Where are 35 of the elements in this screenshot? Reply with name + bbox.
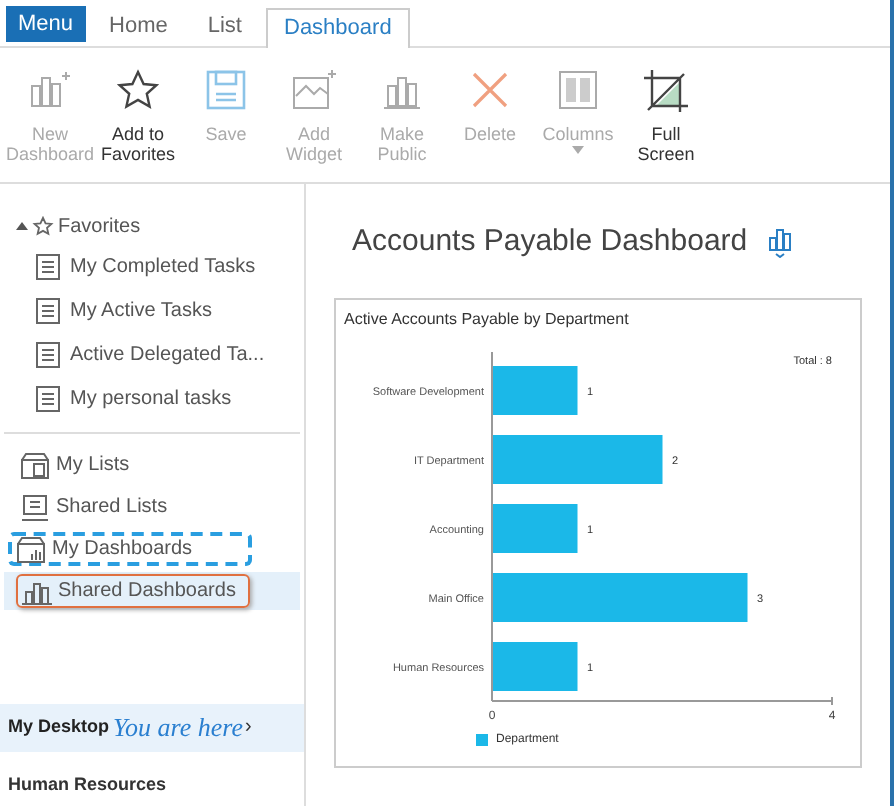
document-icon <box>36 341 60 367</box>
chart-title: Active Accounts Payable by Department <box>342 307 631 331</box>
bar-chart-icon[interactable] <box>767 227 792 258</box>
dashboard-title: Accounts Payable Dashboard <box>352 222 748 262</box>
nav-item[interactable]: Shared Lists <box>4 488 300 526</box>
bar-chart-icon <box>26 68 74 112</box>
nav-item[interactable]: Shared Dashboards <box>4 572 300 610</box>
toolbar-button[interactable]: Full Screen <box>622 68 710 164</box>
tab[interactable]: List <box>191 6 258 46</box>
document-icon <box>36 385 60 411</box>
monitor-icon <box>20 493 50 521</box>
folder-list-icon <box>20 451 50 479</box>
menu-button[interactable]: Menu <box>6 6 86 42</box>
favorite-item[interactable]: My Active Tasks <box>0 288 304 332</box>
chevron-icon: › <box>245 712 252 742</box>
nav-item[interactable]: My Lists <box>4 446 300 484</box>
document-icon <box>36 253 60 279</box>
favorite-item[interactable]: My personal tasks <box>0 376 304 420</box>
fullscreen-icon <box>642 68 690 112</box>
save-icon <box>202 68 250 112</box>
bar-chart-icon <box>22 577 52 605</box>
section-title[interactable]: Favorites <box>58 211 141 241</box>
columns-icon <box>554 68 602 112</box>
document-icon <box>36 297 60 323</box>
tab[interactable]: Dashboard <box>266 8 410 48</box>
section-heading[interactable]: Human Resources <box>0 771 304 806</box>
star-icon <box>114 68 162 112</box>
favorite-item[interactable]: Active Delegated Ta... <box>0 332 304 376</box>
favorite-item[interactable]: My Completed Tasks <box>0 244 304 288</box>
folder-chart-icon <box>16 535 46 563</box>
toolbar-button[interactable]: Add to Favorites <box>94 68 182 164</box>
star-icon <box>32 215 54 237</box>
caret-icon[interactable] <box>16 220 28 232</box>
tab[interactable]: Home <box>93 6 184 46</box>
annotation-note: You are here <box>113 709 244 746</box>
